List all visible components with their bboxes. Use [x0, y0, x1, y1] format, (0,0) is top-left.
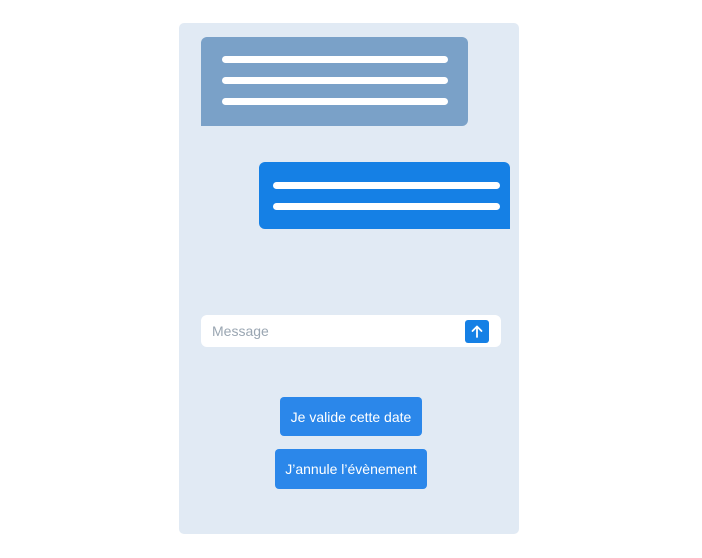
message-composer [201, 315, 501, 347]
send-button[interactable] [465, 320, 489, 343]
message-text-placeholder-line [273, 203, 500, 210]
message-text-placeholder-line [222, 56, 448, 63]
cancel-event-button[interactable]: J’annule l’évènement [275, 449, 427, 489]
message-text-placeholder-line [222, 98, 448, 105]
message-input[interactable] [201, 315, 456, 347]
sent-message-bubble [259, 162, 510, 229]
arrow-up-icon [471, 325, 483, 338]
received-message-bubble [201, 37, 468, 126]
message-text-placeholder-line [273, 182, 500, 189]
validate-date-button[interactable]: Je valide cette date [280, 397, 422, 436]
message-text-placeholder-line [222, 77, 448, 84]
chat-panel: Je valide cette date J’annule l’évènemen… [179, 23, 519, 534]
